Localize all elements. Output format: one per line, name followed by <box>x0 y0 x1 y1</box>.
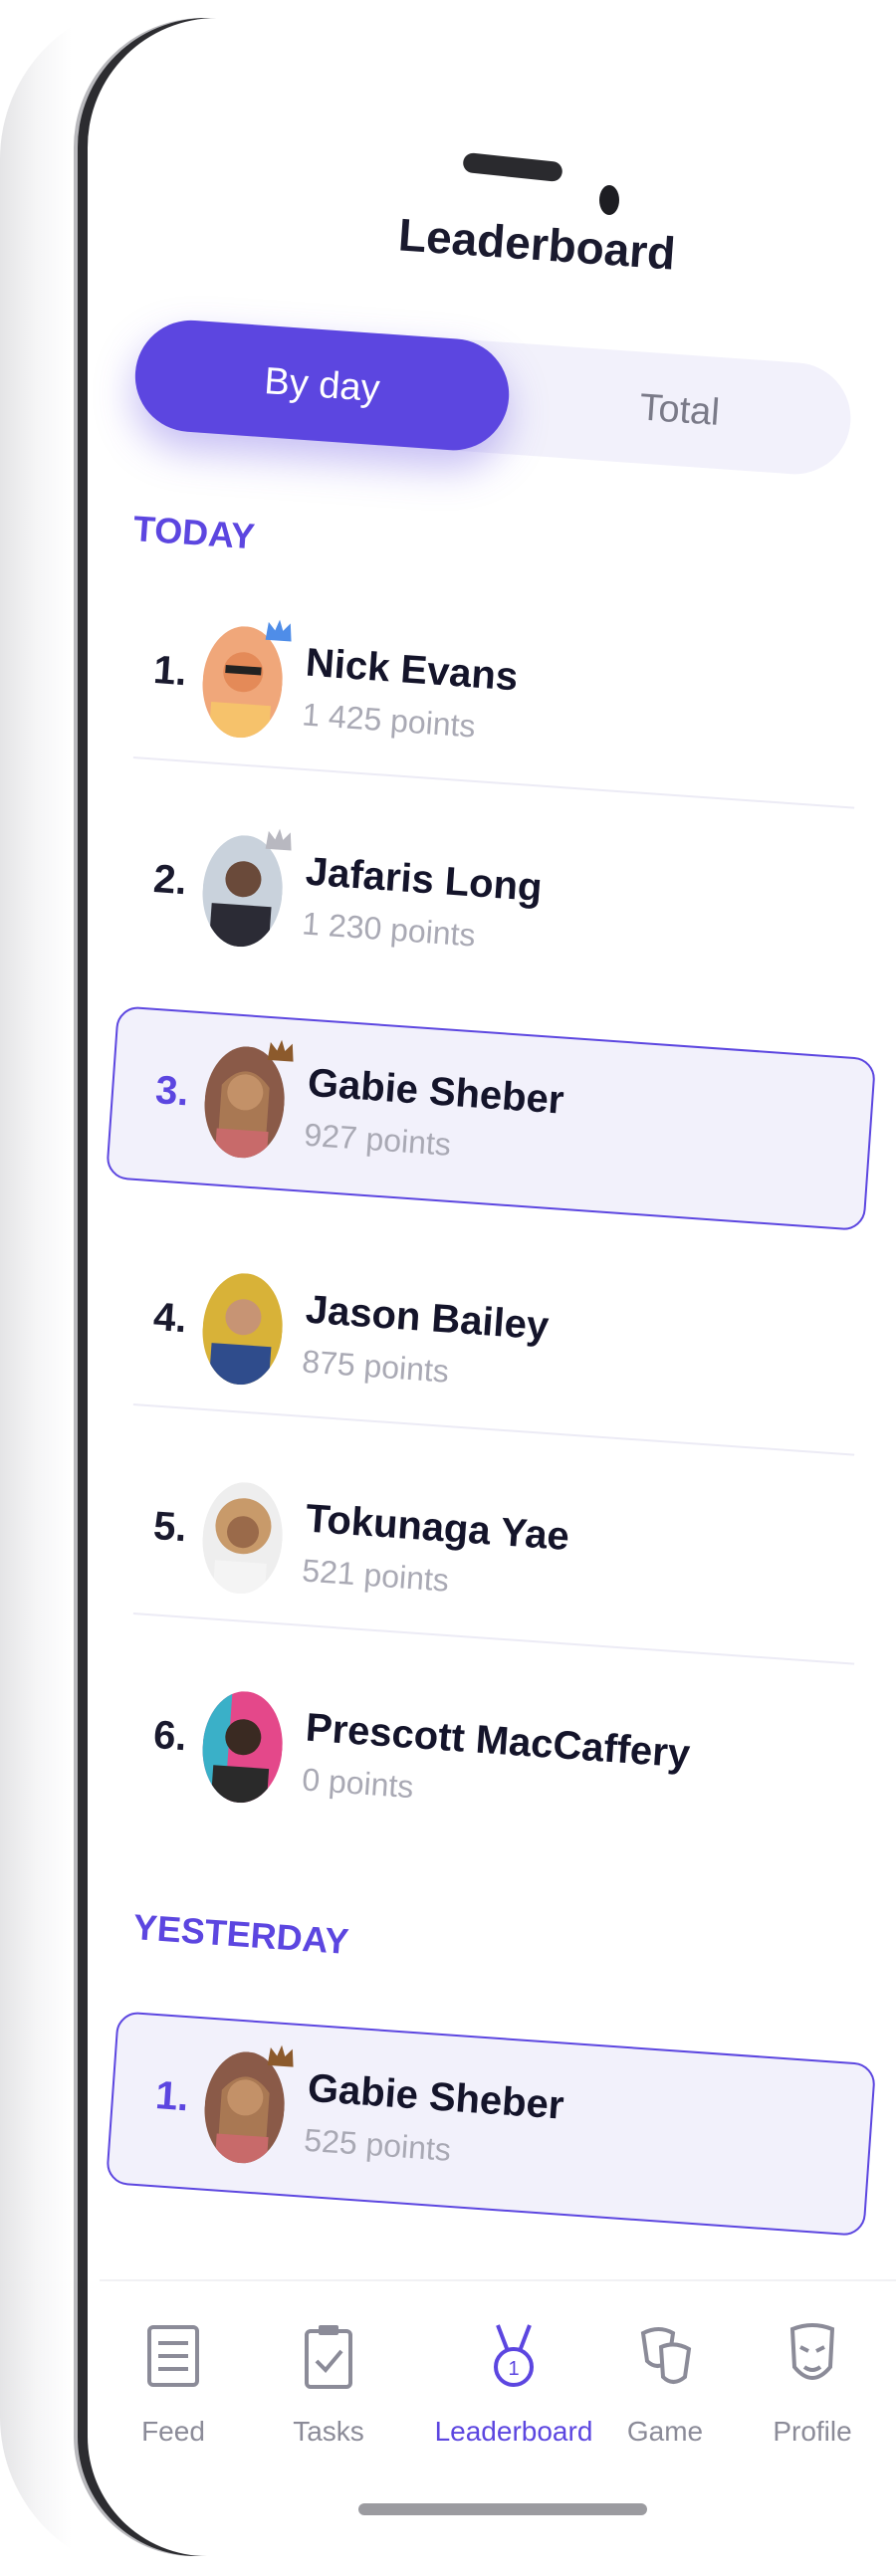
rank-number: 2. <box>151 856 189 904</box>
tab-feed[interactable]: Feed <box>113 2321 233 2448</box>
player-name: Jason Bailey <box>304 1287 551 1349</box>
rank-number: 1. <box>153 2073 191 2120</box>
svg-text:1: 1 <box>508 2358 519 2380</box>
crown-icon <box>265 828 292 851</box>
medal-icon: 1 <box>494 2324 534 2387</box>
leaderboard-row[interactable]: 6. Prescott MacCaffery 0 points <box>106 1652 872 1874</box>
home-indicator[interactable] <box>358 2503 647 2515</box>
player-points: 0 points <box>301 1761 415 1806</box>
leaderboard-row[interactable]: 1. Nick Evans 1 425 points <box>106 587 872 809</box>
tab-label: Tasks <box>293 2416 364 2447</box>
player-points: 875 points <box>301 1343 451 1390</box>
player-name: Nick Evans <box>304 640 520 700</box>
mask-icon <box>789 2323 835 2380</box>
player-points: 1 230 points <box>301 905 477 954</box>
feed-icon <box>147 2325 199 2387</box>
rank-number: 5. <box>151 1503 189 1551</box>
leaderboard-row-current-user[interactable]: 1. Gabie Sheber 525 points <box>105 2011 877 2238</box>
segment-total[interactable]: Total <box>505 342 854 478</box>
tab-label: Feed <box>141 2416 205 2447</box>
player-points: 927 points <box>303 1116 453 1163</box>
leaderboard-row[interactable]: 4. Jason Bailey 875 points <box>106 1234 872 1456</box>
crown-icon <box>265 619 292 642</box>
tab-label: Profile <box>773 2416 852 2447</box>
avatar <box>198 1688 287 1806</box>
leaderboard-row[interactable]: 2. Jafaris Long 1 230 points <box>106 796 872 1018</box>
rank-number: 1. <box>151 647 189 695</box>
avatar <box>198 1479 287 1597</box>
section-yesterday-label: YESTERDAY <box>131 1906 350 1963</box>
player-name: Tokunaga Yae <box>304 1496 571 1560</box>
player-points: 1 425 points <box>301 696 477 745</box>
period-segmented-control: By day Total <box>131 317 855 479</box>
leaderboard-row-current-user[interactable]: 3. Gabie Sheber 927 points <box>105 1005 877 1232</box>
leaderboard-row[interactable]: 5. Tokunaga Yae 521 points <box>106 1443 872 1665</box>
section-today-label: TODAY <box>131 508 257 557</box>
tab-label: Leaderboard <box>434 2416 593 2447</box>
player-name: Gabie Sheber <box>306 1060 565 1123</box>
player-points: 521 points <box>301 1552 451 1599</box>
tab-game[interactable]: Game <box>605 2321 725 2448</box>
tasks-icon <box>305 2325 352 2389</box>
rank-number: 6. <box>151 1712 189 1760</box>
crown-icon <box>267 2044 294 2067</box>
tab-tasks[interactable]: Tasks <box>269 2321 388 2448</box>
rank-number: 4. <box>151 1294 189 1342</box>
avatar <box>198 1270 287 1388</box>
segment-by-day[interactable]: By day <box>131 317 513 455</box>
player-name: Gabie Sheber <box>306 2065 565 2128</box>
tab-leaderboard[interactable]: 1 Leaderboard <box>434 2321 593 2448</box>
masks-icon <box>640 2327 692 2384</box>
player-points: 525 points <box>303 2121 453 2168</box>
rank-number: 3. <box>153 1068 191 1115</box>
tab-profile[interactable]: Profile <box>753 2321 872 2448</box>
bottom-tab-bar: Feed Tasks 1 Leaderboard Game Profile <box>100 2279 896 2480</box>
screen-content: Leaderboard By day Total TODAY 1. Nick E… <box>0 0 896 2576</box>
crown-icon <box>267 1039 294 1062</box>
player-name: Jafaris Long <box>304 849 544 911</box>
page-title: Leaderboard <box>396 208 678 280</box>
tab-label: Game <box>626 2416 704 2447</box>
